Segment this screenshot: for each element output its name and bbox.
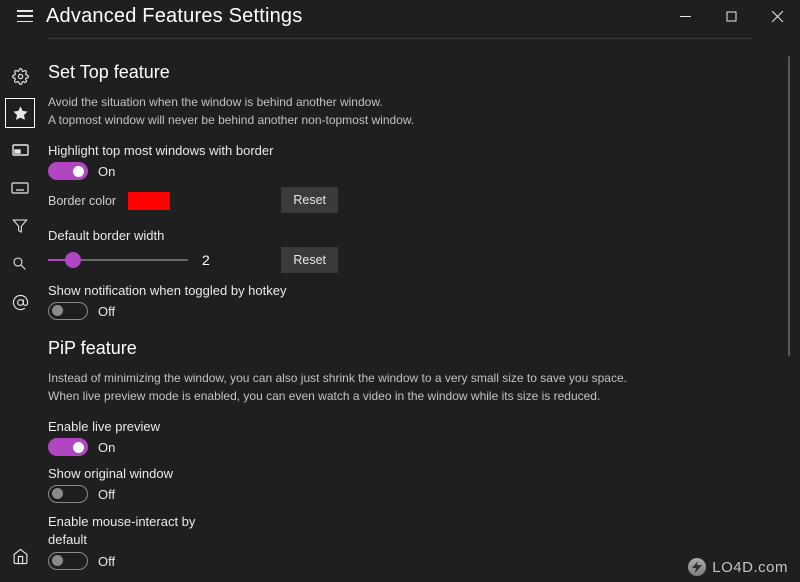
watermark-text: LO4D.com — [712, 559, 788, 576]
border-color-swatch[interactable] — [128, 192, 170, 210]
mouse-interact-label-line2: default — [48, 531, 776, 549]
keyboard-icon — [11, 182, 29, 194]
section-title-pip: PiP feature — [48, 338, 776, 359]
sidebar-item-keyboard[interactable] — [4, 172, 36, 204]
title-separator — [48, 38, 752, 39]
show-original-state: Off — [98, 487, 115, 502]
magnifier-icon — [12, 256, 28, 272]
mouse-interact-label-line1: Enable mouse-interact by — [48, 513, 776, 531]
maximize-icon — [726, 11, 737, 22]
show-original-label: Show original window — [48, 466, 776, 481]
window-controls — [662, 0, 800, 32]
sidebar-item-taskbar[interactable] — [4, 134, 36, 166]
page-title: Advanced Features Settings — [46, 5, 302, 28]
set-top-desc-line1: Avoid the situation when the window is b… — [48, 93, 776, 111]
highlight-border-label: Highlight top most windows with border — [48, 143, 776, 158]
watermark: LO4D.com — [688, 558, 788, 576]
highlight-border-toggle[interactable] — [48, 162, 88, 180]
border-width-slider[interactable] — [48, 251, 188, 269]
scrollbar[interactable] — [788, 56, 790, 356]
main-content: Set Top feature Avoid the situation when… — [48, 48, 786, 582]
section-title-set-top: Set Top feature — [48, 62, 776, 83]
minimize-button[interactable] — [662, 0, 708, 32]
notify-hotkey-toggle[interactable] — [48, 302, 88, 320]
border-color-reset-button[interactable]: Reset — [281, 187, 338, 213]
mouse-interact-toggle[interactable] — [48, 552, 88, 570]
live-preview-state: On — [98, 440, 115, 455]
border-width-label: Default border width — [48, 228, 776, 243]
at-icon — [12, 294, 29, 311]
star-icon — [12, 105, 29, 122]
sidebar-item-about[interactable] — [4, 286, 36, 318]
pip-desc-line2: When live preview mode is enabled, you c… — [48, 387, 776, 405]
funnel-icon — [12, 218, 28, 234]
gear-icon — [12, 68, 29, 85]
live-preview-label: Enable live preview — [48, 419, 776, 434]
sidebar-item-settings[interactable] — [4, 60, 36, 92]
pip-description: Instead of minimizing the window, you ca… — [48, 369, 776, 405]
hamburger-icon — [17, 10, 33, 22]
mouse-interact-label: Enable mouse-interact by default — [48, 513, 776, 548]
mouse-interact-state: Off — [98, 554, 115, 569]
sidebar-item-filter[interactable] — [4, 210, 36, 242]
titlebar: Advanced Features Settings — [0, 0, 800, 32]
hamburger-menu-button[interactable] — [10, 1, 40, 31]
pip-desc-line1: Instead of minimizing the window, you ca… — [48, 369, 776, 387]
show-original-toggle[interactable] — [48, 485, 88, 503]
sidebar-item-search[interactable] — [4, 248, 36, 280]
notify-hotkey-state: Off — [98, 304, 115, 319]
highlight-border-state: On — [98, 164, 115, 179]
taskbar-icon — [12, 144, 29, 156]
set-top-description: Avoid the situation when the window is b… — [48, 93, 776, 129]
border-color-label: Border color — [48, 194, 116, 208]
set-top-desc-line2: A topmost window will never be behind an… — [48, 111, 776, 129]
bolt-icon — [688, 558, 706, 576]
minimize-icon — [680, 11, 691, 22]
sidebar-item-home[interactable] — [4, 540, 36, 572]
maximize-button[interactable] — [708, 0, 754, 32]
sidebar-item-features[interactable] — [5, 98, 35, 128]
border-width-value: 2 — [202, 252, 210, 268]
close-button[interactable] — [754, 0, 800, 32]
live-preview-toggle[interactable] — [48, 438, 88, 456]
border-width-reset-button[interactable]: Reset — [281, 247, 338, 273]
notify-hotkey-label: Show notification when toggled by hotkey — [48, 283, 776, 298]
close-icon — [772, 11, 783, 22]
home-icon — [12, 548, 29, 565]
sidebar — [0, 38, 40, 582]
